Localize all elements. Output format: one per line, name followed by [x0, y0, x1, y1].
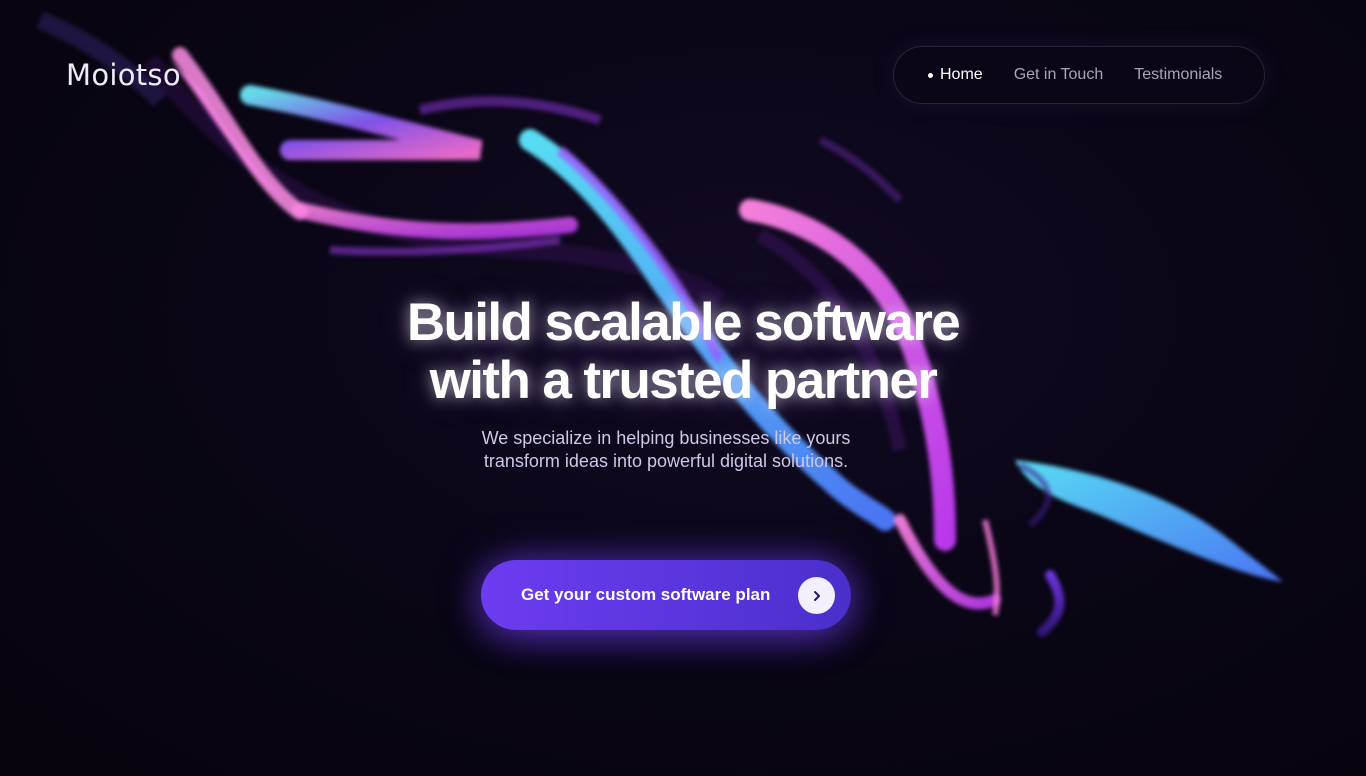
hero-title-line-1: Build scalable software: [406, 293, 961, 352]
custom-software-plan-button[interactable]: Get your custom software plan: [481, 560, 851, 630]
nav-item-label: Get in Touch: [1013, 66, 1104, 83]
nav-item-label: Testimonials: [1134, 66, 1223, 83]
nav-item-home[interactable]: Home: [928, 66, 983, 84]
landing-page: Moiotso Home Get in Touch Testimonials B…: [0, 0, 1366, 776]
hero-subtitle: We specialize in helping businesses like…: [481, 428, 851, 471]
cta-label: Get your custom software plan: [521, 585, 771, 604]
brand-logo[interactable]: Moiotso: [66, 58, 181, 92]
nav-item-testimonials[interactable]: Testimonials: [1134, 66, 1222, 84]
hero-title-line-2: with a trusted partner: [429, 351, 938, 410]
nav-item-label: Home: [940, 66, 983, 83]
top-navigation: Home Get in Touch Testimonials: [893, 46, 1265, 104]
active-dot-icon: [928, 73, 933, 78]
hero-title: Build scalable software with a trusted p…: [333, 294, 1033, 410]
chevron-right-icon: [798, 577, 835, 614]
nav-item-get-in-touch[interactable]: Get in Touch: [1014, 66, 1104, 84]
